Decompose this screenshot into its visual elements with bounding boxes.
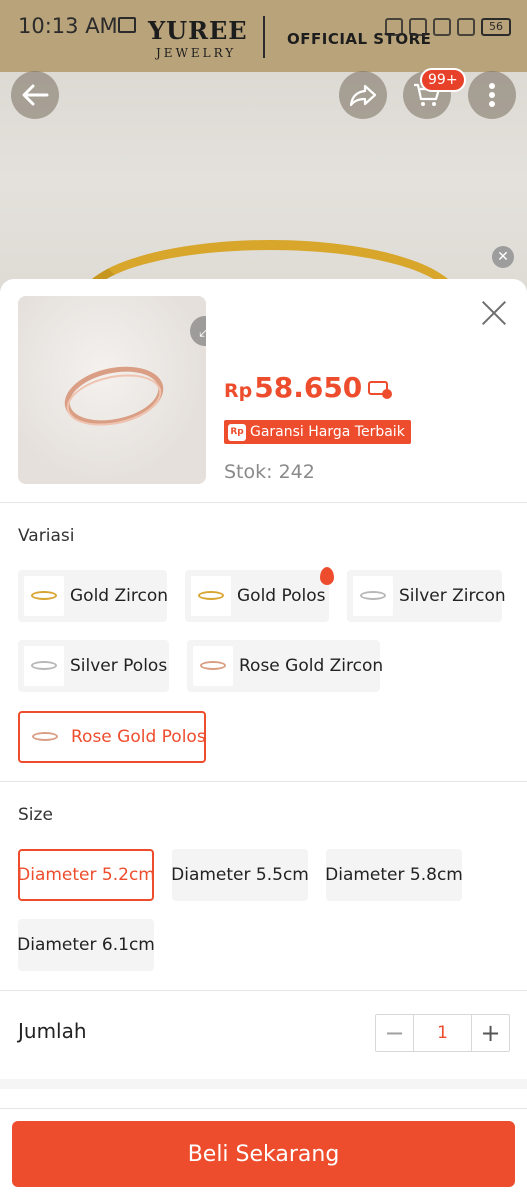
quantity-label: Jumlah <box>18 1019 87 1043</box>
price-guarantee-badge: Rp Garansi Harga Terbaik <box>224 420 411 444</box>
signal-icon <box>457 18 475 36</box>
more-vertical-icon <box>489 83 495 107</box>
brand-name: YUREE <box>148 16 248 45</box>
size-option[interactable]: Diameter 6.1cm <box>17 919 155 971</box>
size-option[interactable]: Diameter 5.5cm <box>171 849 309 901</box>
brand-divider <box>263 16 265 58</box>
quantity-stepper: − 1 + <box>375 1014 510 1052</box>
size-label: Diameter 5.5cm <box>171 865 309 885</box>
brand-sub: JEWELRY <box>156 46 237 60</box>
share-button[interactable] <box>339 71 387 119</box>
guarantee-label: Garansi Harga Terbaik <box>250 424 405 440</box>
variant-selection-sheet: ⤢ Rp 58.650 Rp Garansi Harga Terbaik Sto… <box>0 279 527 1200</box>
variant-thumbnail <box>353 576 393 616</box>
size-title: Size <box>18 805 53 825</box>
variant-label: Gold Polos <box>237 586 326 606</box>
cart-count-badge: 99+ <box>420 68 466 92</box>
divider <box>0 990 527 991</box>
variant-label: Silver Polos <box>70 656 168 676</box>
variant-option[interactable]: Silver Zircon <box>347 570 506 622</box>
section-gap <box>0 1079 527 1089</box>
status-bar: 10:13 AM YUREE JEWELRY OFFICIAL STORE 56 <box>0 0 527 72</box>
divider <box>0 1108 527 1109</box>
buy-now-label: Beli Sekarang <box>187 1141 340 1167</box>
price-value: 58.650 <box>254 371 363 404</box>
decrease-quantity-button[interactable]: − <box>376 1015 413 1051</box>
divider <box>0 781 527 782</box>
variant-label: Silver Zircon <box>399 586 506 606</box>
price: Rp 58.650 <box>224 371 393 404</box>
store-logo: YUREE JEWELRY <box>148 10 248 60</box>
variant-option[interactable]: Gold Polos <box>185 570 329 622</box>
back-button[interactable] <box>11 71 59 119</box>
variant-thumbnail <box>193 646 233 686</box>
voucher-icon <box>368 381 393 399</box>
vibrate-icon <box>385 18 403 36</box>
increase-quantity-button[interactable]: + <box>472 1015 509 1051</box>
price-currency: Rp <box>224 380 253 402</box>
more-options-button[interactable] <box>468 71 516 119</box>
share-icon <box>349 84 377 107</box>
size-label: Diameter 5.8cm <box>325 865 463 885</box>
variant-thumbnail <box>24 646 64 686</box>
battery-icon: 56 <box>481 18 511 36</box>
variant-label: Rose Gold Zircon <box>239 656 384 676</box>
stock-count: Stok: 242 <box>224 461 315 483</box>
buy-now-button[interactable]: Beli Sekarang <box>12 1121 515 1187</box>
size-option[interactable]: Diameter 5.8cm <box>325 849 463 901</box>
variant-thumbnail <box>24 576 64 616</box>
variant-thumbnail <box>25 717 65 757</box>
variant-option[interactable]: Gold Zircon <box>18 570 168 622</box>
variant-label: Gold Zircon <box>70 586 168 606</box>
size-label: Diameter 6.1cm <box>17 935 155 955</box>
wifi-icon <box>433 18 451 36</box>
size-label: Diameter 5.2cm <box>17 865 155 885</box>
variant-option[interactable]: Rose Gold Zircon <box>187 640 384 692</box>
hot-fire-icon <box>320 567 334 585</box>
quantity-input[interactable]: 1 <box>413 1015 472 1051</box>
size-option-selected[interactable]: Diameter 5.2cm <box>17 849 155 901</box>
dismiss-overlay-icon[interactable]: ✕ <box>492 246 514 268</box>
guarantee-icon: Rp <box>228 423 246 441</box>
status-icons: 56 <box>385 16 511 38</box>
variant-option-selected[interactable]: Rose Gold Polos <box>18 711 206 763</box>
divider <box>0 502 527 503</box>
message-icon <box>118 17 136 33</box>
variation-title: Variasi <box>18 526 75 546</box>
variant-option[interactable]: Silver Polos <box>18 640 169 692</box>
variant-label: Rose Gold Polos <box>71 727 206 747</box>
product-thumbnail[interactable]: ⤢ <box>18 296 206 484</box>
back-arrow-icon <box>22 84 49 106</box>
variant-thumbnail <box>191 576 231 616</box>
alarm-icon <box>409 18 427 36</box>
status-time: 10:13 AM <box>18 14 118 38</box>
close-sheet-button[interactable] <box>480 299 508 327</box>
